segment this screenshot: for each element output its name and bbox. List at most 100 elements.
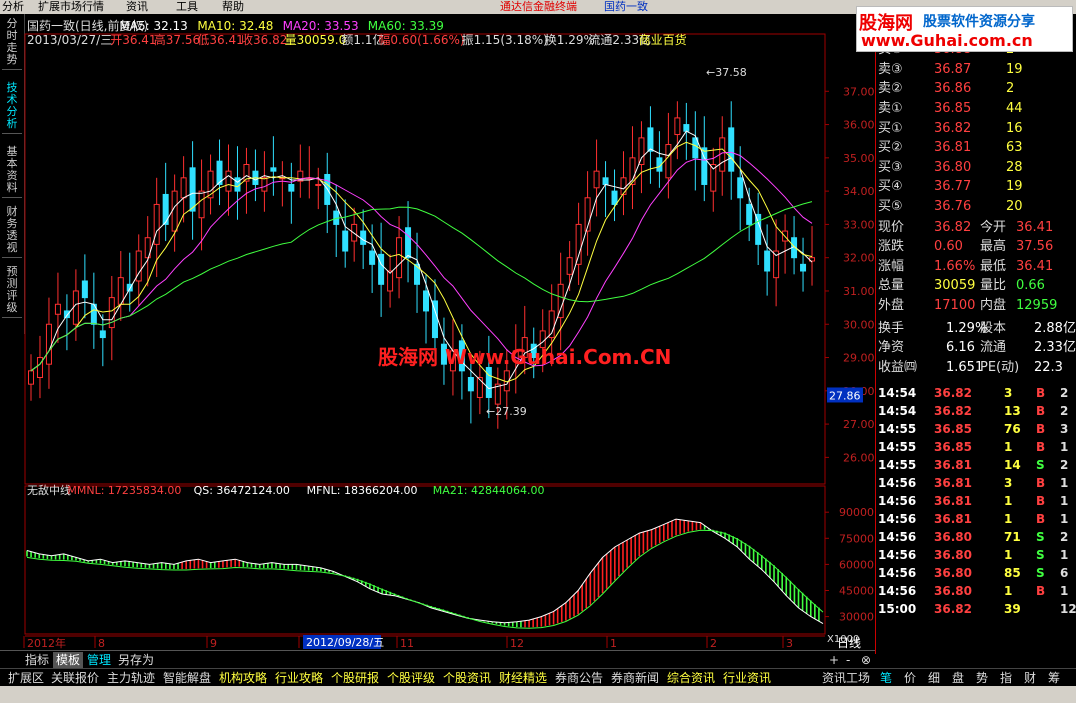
tick-count: 12	[1060, 602, 1076, 617]
tick-side: B	[1036, 476, 1046, 491]
menu-item-info[interactable]: 资讯	[126, 0, 148, 14]
stat-label: 涨跌	[878, 239, 905, 255]
tab-save-as[interactable]: 另存为	[115, 652, 157, 668]
stat-value: 1.66%	[934, 258, 976, 274]
tick-time: 14:55	[878, 422, 917, 437]
menu-item-analysis[interactable]: 分析	[2, 0, 24, 14]
tab-indicator[interactable]: 指标	[22, 652, 52, 668]
stat-row: 涨幅 1.66% 最低 36.41	[876, 258, 1076, 276]
candle-body	[261, 177, 268, 192]
indicator-header-0: 无敌中线	[27, 483, 71, 497]
header-detail-7: 幅0.60(1.66%)	[378, 32, 464, 47]
quote-tab-0[interactable]: 资讯工场	[822, 670, 870, 686]
bid-label: 买③	[878, 159, 903, 175]
tick-price: 36.81	[934, 476, 972, 491]
tick-price: 36.80	[934, 530, 972, 545]
chart-area[interactable]: 国药一致(日线,前复权)MA5: 32.13 MA10: 32.48 MA20: 3…	[0, 14, 875, 650]
reset-icon[interactable]: ⊗	[858, 652, 874, 668]
candle-body	[288, 183, 295, 192]
y-tick-label: 32.00	[843, 252, 875, 265]
bottom-tab-5[interactable]: 行业攻略	[275, 670, 323, 686]
indicator-tick-label: 45000	[839, 584, 874, 597]
quote-tab-4[interactable]: 盘	[952, 670, 964, 686]
bottom-tab-12[interactable]: 综合资讯	[667, 670, 715, 686]
candle-body	[405, 227, 412, 259]
candle-body	[485, 367, 492, 398]
menu-item-help[interactable]: 帮助	[222, 0, 244, 14]
tick-side: S	[1036, 458, 1045, 473]
candle-body	[423, 290, 429, 312]
quote-tab-6[interactable]: 指	[1000, 670, 1012, 686]
stat-label: 量比	[980, 278, 1007, 294]
tab-template[interactable]: 模板	[53, 652, 84, 668]
candle-body	[270, 167, 277, 172]
quote-tab-7[interactable]: 财	[1024, 670, 1036, 686]
bottom-tab-13[interactable]: 行业资讯	[723, 670, 771, 686]
bottom-tab-1[interactable]: 关联报价	[51, 670, 99, 686]
chart-tab-bar: 指标 模板 管理 另存为 + - ⊗	[0, 650, 875, 669]
quote-tab-1[interactable]: 笔	[880, 670, 892, 686]
candle-body	[45, 323, 52, 365]
tick-time: 14:56	[878, 476, 917, 491]
tick-time: 14:55	[878, 440, 917, 455]
tab-manage[interactable]: 管理	[84, 652, 114, 668]
menu-item-extended-market[interactable]: 扩展市场行情	[38, 0, 104, 14]
quote-tab-8[interactable]: 筹	[1048, 670, 1060, 686]
watermark-text: 股海网 Www.Guhai.Com.CN	[378, 345, 672, 369]
tick-count: 1	[1060, 440, 1069, 455]
bid-price: 36.81	[934, 140, 972, 156]
candle-body	[602, 177, 609, 185]
bottom-tab-2[interactable]: 主力轨迹	[107, 670, 155, 686]
bottom-tab-3[interactable]: 智能解盘	[163, 670, 211, 686]
tick-volume: 3	[1004, 476, 1013, 491]
tick-price: 36.81	[934, 458, 972, 473]
annotation-low: ←27.39	[486, 405, 527, 418]
candle-body	[63, 310, 70, 319]
y-tick-label: 27.00	[843, 418, 875, 431]
header-detail-2: 高37.56	[154, 32, 200, 47]
candle-body	[225, 170, 232, 192]
bottom-tab-0[interactable]: 扩展区	[8, 670, 44, 686]
tick-volume: 1	[1004, 512, 1013, 527]
tick-price: 36.81	[934, 512, 972, 527]
zoom-out-button[interactable]: -	[843, 652, 853, 668]
header-detail-5: 量30059.0	[285, 33, 347, 47]
quote-tab-3[interactable]: 细	[928, 670, 940, 686]
bottom-tab-4[interactable]: 机构攻略	[219, 670, 267, 686]
brand-logo: 股海网 股票软件资源分享 www.Guhai.com.cn	[856, 6, 1073, 52]
candle-body	[81, 280, 88, 299]
bottom-tab-9[interactable]: 财经精选	[499, 670, 547, 686]
candle-body	[467, 377, 474, 392]
tick-time: 14:56	[878, 566, 917, 581]
candle-body	[378, 253, 385, 285]
tick-time: 14:56	[878, 548, 917, 563]
tick-count: 1	[1060, 494, 1069, 509]
stat-value: 37.56	[1016, 239, 1054, 255]
candle-body	[683, 124, 690, 132]
tick-price: 36.81	[934, 494, 972, 509]
quote-tab-5[interactable]: 势	[976, 670, 988, 686]
candle-body	[566, 257, 573, 275]
y-tick-label: 37.00	[843, 85, 875, 98]
indicator-tick-label: 90000	[839, 506, 874, 519]
stat-value: 36.41	[1016, 258, 1054, 274]
bottom-tab-11[interactable]: 券商新闻	[611, 670, 659, 686]
bottom-tab-8[interactable]: 个股资讯	[443, 670, 491, 686]
bottom-tab-10[interactable]: 券商公告	[555, 670, 603, 686]
tick-row: 15:00 36.82 39 12	[876, 600, 1076, 618]
zoom-in-button[interactable]: +	[826, 652, 842, 668]
stat-row: 总量 30059 量比 0.66	[876, 277, 1076, 295]
ask-price: 36.85	[934, 100, 972, 116]
stat-label: 涨幅	[878, 258, 905, 274]
stat-row: 现价 36.82 今开 36.41	[876, 219, 1076, 237]
bottom-tab-6[interactable]: 个股研报	[331, 670, 379, 686]
candle-body	[315, 183, 322, 186]
menu-item-tools[interactable]: 工具	[176, 0, 198, 14]
indicator-header-2: QS: 36472124.00	[194, 484, 290, 497]
candle-body	[171, 190, 178, 232]
bottom-tab-7[interactable]: 个股评级	[387, 670, 435, 686]
candle-body	[728, 127, 735, 172]
selected-date-label: 2012/09/28/五	[306, 636, 384, 649]
quote-tab-2[interactable]: 价	[904, 670, 916, 686]
tick-volume: 1	[1004, 494, 1013, 509]
